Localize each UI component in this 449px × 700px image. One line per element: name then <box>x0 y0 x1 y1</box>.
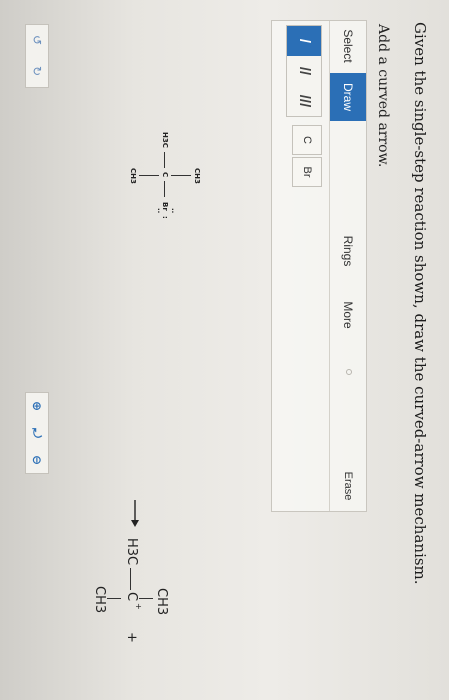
screen: Given the single-step reaction shown, dr… <box>0 0 449 700</box>
bromine-atom-button[interactable]: Br <box>292 157 322 187</box>
product-left-bond <box>130 568 131 590</box>
product-bottom-group: CH3 <box>92 586 107 614</box>
reactant-bottom-group: CH3 <box>129 168 137 184</box>
tab-draw[interactable]: Draw <box>330 73 366 121</box>
instruction-text: Add a curved arrow. <box>375 24 391 168</box>
zoom-in-icon[interactable]: ⊕ <box>26 393 48 419</box>
product-center-atom: C <box>124 592 139 602</box>
zoom-out-icon[interactable]: ⊖ <box>26 447 48 473</box>
reactant-top-group: CH3 <box>193 168 201 184</box>
product-top-bond <box>139 598 153 599</box>
editor-tabs: Select Draw Rings More Erase <box>329 21 366 511</box>
zoom-reset-icon[interactable]: ⤾ <box>26 420 48 446</box>
reactant-left-group: H3C <box>161 132 169 148</box>
reactant-center-atom: C <box>161 172 169 178</box>
undo-icon[interactable]: ↺ <box>26 25 48 55</box>
status-dot-icon <box>346 369 352 375</box>
carbon-atom-button[interactable]: C <box>292 125 322 155</box>
tool-row: / // /// C Br <box>282 21 322 511</box>
plus-sign: + <box>124 632 139 643</box>
redo-icon[interactable]: ↻ <box>26 56 48 86</box>
drawing-editor: Select Draw Rings More Erase / // /// C … <box>271 20 367 512</box>
drawing-canvas[interactable]: CH3 H3C C ·· Br : ·· CH3 CH3 H3C C + CH3… <box>13 20 273 643</box>
tab-rings[interactable]: Rings <box>330 227 366 275</box>
triple-bond-button[interactable]: /// <box>287 86 321 116</box>
bromine-lone-pair-bottom: ·· <box>154 208 162 214</box>
zoom-tools: ⊕ ⤾ ⊖ <box>25 392 49 474</box>
bond-tools: / // /// <box>286 25 322 117</box>
reactant-top-bond <box>171 175 191 176</box>
question-text: Given the single-step reaction shown, dr… <box>411 22 429 585</box>
history-tools: ↺ ↻ <box>25 24 49 88</box>
tab-more[interactable]: More <box>330 291 366 339</box>
bromine-lone-pair-right: : <box>161 216 169 219</box>
reactant-left-bond <box>164 152 165 168</box>
product-charge: + <box>134 603 143 610</box>
product-left-group: H3C <box>124 538 139 566</box>
single-bond-button[interactable]: / <box>287 26 321 56</box>
rotated-content: Given the single-step reaction shown, dr… <box>0 0 449 700</box>
bromine-lone-pair-top: ·· <box>168 208 176 214</box>
reactant-bottom-bond <box>139 175 159 176</box>
reactant-bromine-atom: Br <box>161 202 169 211</box>
erase-button[interactable]: Erase <box>330 461 366 511</box>
reactant-right-bond <box>164 181 165 197</box>
product-bottom-bond <box>107 598 121 599</box>
reaction-arrow-icon <box>131 500 139 527</box>
tab-select[interactable]: Select <box>330 21 366 71</box>
double-bond-button[interactable]: // <box>287 56 321 86</box>
product-top-group: CH3 <box>154 588 169 616</box>
